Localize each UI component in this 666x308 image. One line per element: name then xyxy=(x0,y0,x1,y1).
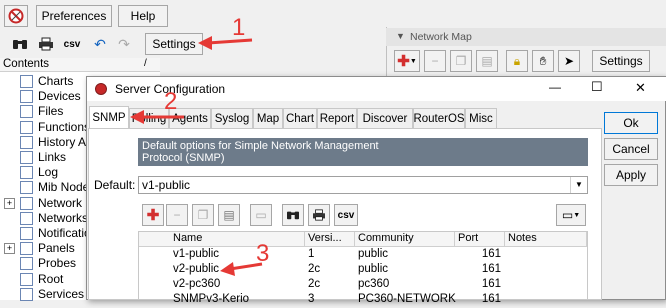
arrow-1 xyxy=(207,38,253,45)
step-1-label: 1 xyxy=(232,14,246,41)
arrow-2-head xyxy=(130,110,144,124)
annotation-arrows xyxy=(130,36,263,276)
arrow-3-head xyxy=(220,262,235,276)
step-3-label: 3 xyxy=(256,240,270,267)
arrow-1-head xyxy=(198,36,212,50)
step-2-label: 2 xyxy=(164,88,178,115)
